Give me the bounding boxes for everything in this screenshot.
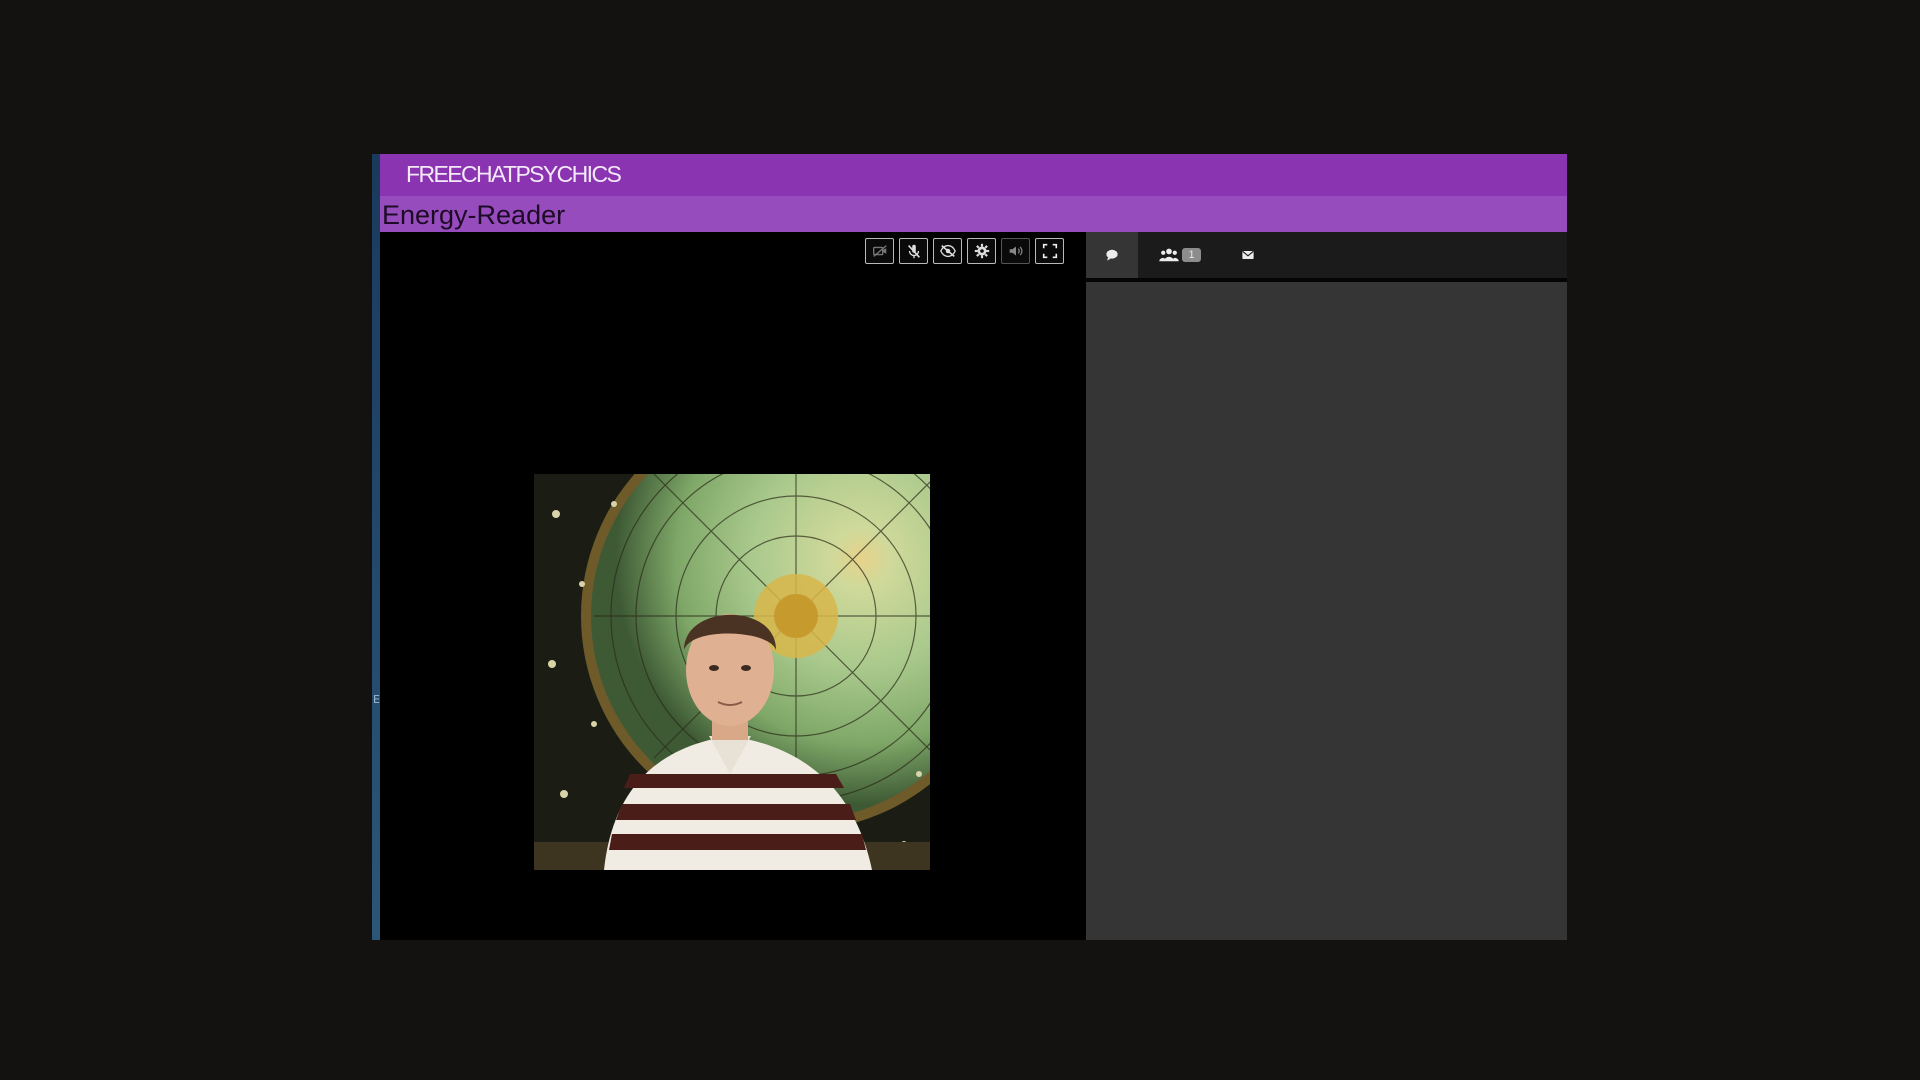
brand-bar: FREECHATPSYCHICS xyxy=(380,154,1567,196)
settings-button[interactable] xyxy=(967,238,996,264)
brand-logo[interactable]: FREECHATPSYCHICS xyxy=(406,161,622,188)
video-panel xyxy=(380,232,1085,940)
envelope-icon xyxy=(1242,250,1254,259)
fullscreen-button[interactable] xyxy=(1035,238,1064,264)
tab-chat[interactable] xyxy=(1086,232,1138,278)
users-count-badge: 1 xyxy=(1182,248,1201,262)
chat-app-window: E FREECHATPSYCHICS Energy-Reader 1 xyxy=(372,154,1567,940)
gear-icon xyxy=(974,243,989,259)
chat-bubble-icon xyxy=(1106,249,1118,261)
hide-video-button[interactable] xyxy=(933,238,962,264)
reader-title-bar: Energy-Reader xyxy=(380,196,1567,232)
chat-panel: 1 xyxy=(1086,232,1567,940)
reader-name: Energy-Reader xyxy=(382,200,566,230)
camera-off-button[interactable] xyxy=(865,238,894,264)
users-icon xyxy=(1159,248,1180,262)
reader-photo xyxy=(534,474,930,870)
side-marker: E xyxy=(373,693,380,706)
fullscreen-icon xyxy=(1042,243,1057,259)
video-controls xyxy=(865,238,1064,264)
mic-off-button[interactable] xyxy=(899,238,928,264)
chat-tabs: 1 xyxy=(1086,232,1567,282)
volume-icon xyxy=(1009,246,1022,256)
volume-button[interactable] xyxy=(1001,238,1030,264)
eye-off-icon xyxy=(939,244,956,258)
left-edge-strip: E xyxy=(372,154,380,940)
mic-off-icon xyxy=(907,244,920,259)
camera-off-icon xyxy=(872,245,887,257)
tab-users[interactable]: 1 xyxy=(1140,232,1220,278)
reader-video-feed xyxy=(534,474,930,870)
tab-messages[interactable] xyxy=(1222,232,1274,278)
